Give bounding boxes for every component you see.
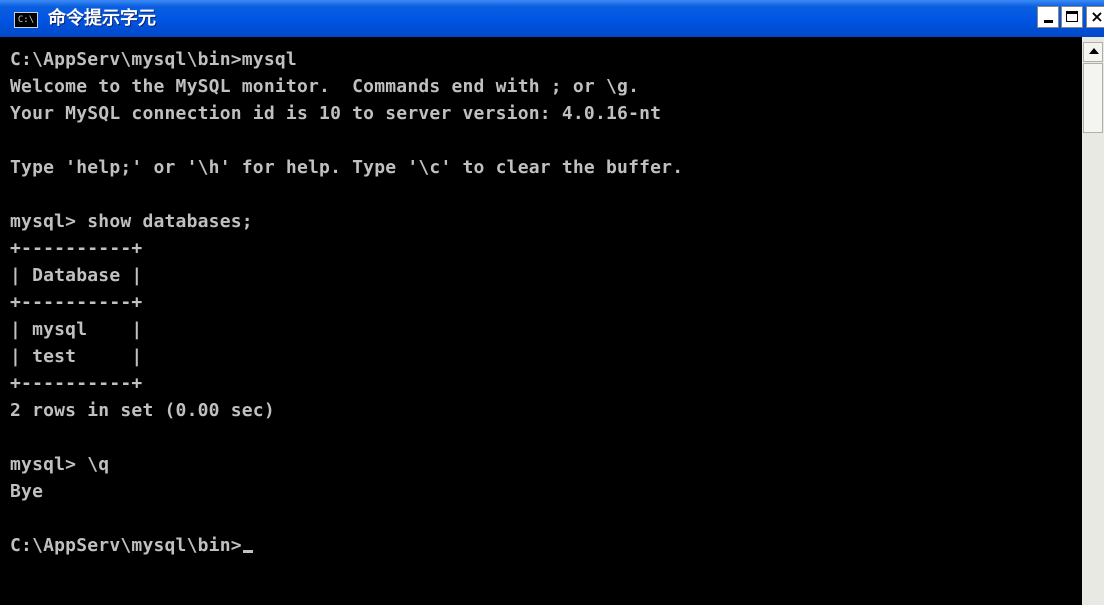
console-prompt-line: C:\AppServ\mysql\bin> — [10, 532, 253, 559]
text-cursor — [242, 550, 253, 553]
console-line: Your MySQL connection id is 10 to server… — [10, 103, 662, 124]
console-prompt: C:\AppServ\mysql\bin> — [10, 535, 242, 556]
console-line: C:\AppServ\mysql\bin>mysql — [10, 49, 297, 70]
console-line: 2 rows in set (0.00 sec) — [10, 400, 275, 421]
scroll-up-button[interactable] — [1083, 42, 1103, 62]
minimize-button[interactable] — [1037, 6, 1059, 28]
console-line: +----------+ — [10, 373, 143, 394]
vertical-scrollbar[interactable] — [1082, 37, 1104, 605]
close-button[interactable]: × — [1086, 6, 1104, 28]
minimize-icon — [1044, 20, 1053, 23]
console-line: | mysql | — [10, 319, 143, 340]
cmd-app-icon[interactable]: C:\ — [14, 12, 38, 28]
console-output[interactable]: C:\AppServ\mysql\bin>mysql Welcome to th… — [0, 37, 1082, 605]
console-line: Bye — [10, 481, 44, 502]
console-line: Welcome to the MySQL monitor. Commands e… — [10, 76, 640, 97]
console-line: | Database | — [10, 265, 143, 286]
console-line: Type 'help;' or '\h' for help. Type '\c'… — [10, 157, 684, 178]
console-line: | test | — [10, 346, 143, 367]
maximize-button[interactable] — [1061, 6, 1083, 28]
console-line: mysql> \q — [10, 454, 110, 475]
maximize-icon — [1066, 11, 1078, 22]
console-line: +----------+ — [10, 238, 143, 259]
console-line: +----------+ — [10, 292, 143, 313]
window-titlebar[interactable]: C:\ 命令提示字元 × — [0, 0, 1104, 37]
console-line: mysql> show databases; — [10, 211, 253, 232]
scroll-thumb[interactable] — [1083, 63, 1103, 133]
up-arrow-icon — [1089, 48, 1099, 54]
window-title: 命令提示字元 — [48, 8, 156, 29]
